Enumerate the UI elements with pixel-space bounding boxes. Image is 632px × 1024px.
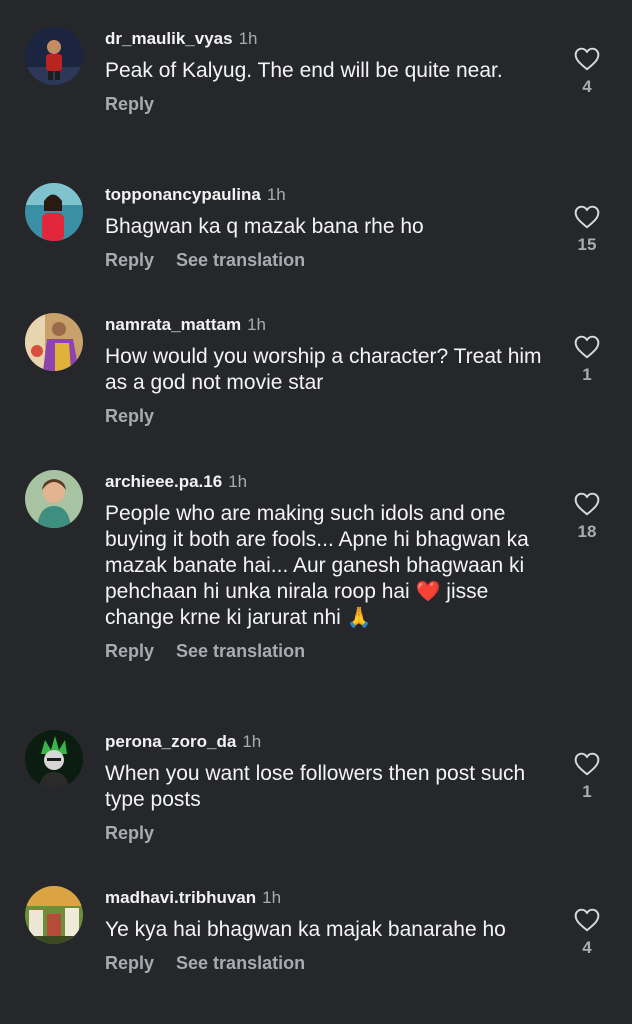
heart-outline-icon[interactable] <box>574 908 600 932</box>
like-count: 1 <box>582 365 592 384</box>
reply-button[interactable]: Reply <box>105 250 154 270</box>
comment-username[interactable]: perona_zoro_da <box>105 732 236 751</box>
comment-actions: Reply See translation <box>105 951 545 975</box>
reply-button[interactable]: Reply <box>105 823 154 843</box>
heart-outline-icon[interactable] <box>574 335 600 359</box>
like-button[interactable]: 1 <box>568 335 606 385</box>
comment-text: Bhagwan ka q mazak bana rhe ho <box>105 215 424 238</box>
see-translation-button[interactable]: See translation <box>176 250 305 270</box>
avatar[interactable] <box>25 183 83 241</box>
like-count: 4 <box>582 938 592 957</box>
heart-outline-icon[interactable] <box>574 492 600 516</box>
avatar[interactable] <box>25 886 83 944</box>
comment-text: How would you worship a character? Treat… <box>105 345 542 394</box>
comment-body: archieee.pa.16 1h People who are making s… <box>105 470 545 663</box>
comment-username[interactable]: madhavi.tribhuvan <box>105 888 256 907</box>
heart-outline-icon[interactable] <box>574 47 600 71</box>
avatar[interactable] <box>25 27 83 85</box>
avatar[interactable] <box>25 313 83 371</box>
comment-time: 1h <box>262 888 282 907</box>
comment-time: 1h <box>228 472 248 491</box>
comment-actions: Reply See translation <box>105 639 545 663</box>
reply-button[interactable]: Reply <box>105 406 154 426</box>
avatar[interactable] <box>25 730 83 788</box>
comment-meta: topponancypaulina 1h <box>105 183 545 207</box>
like-button[interactable]: 4 <box>568 47 606 97</box>
heart-outline-icon[interactable] <box>574 205 600 229</box>
reply-button[interactable]: Reply <box>105 94 154 114</box>
comment-meta: namrata_mattam 1h <box>105 313 545 337</box>
comment-body: madhavi.tribhuvan 1h Ye kya hai bhagwan k… <box>105 886 545 975</box>
comment-username[interactable]: namrata_mattam <box>105 315 241 334</box>
avatar[interactable] <box>25 470 83 528</box>
comment-time: 1h <box>238 29 258 48</box>
comment-body: topponancypaulina 1h Bhagwan ka q mazak b… <box>105 183 545 272</box>
comment-username[interactable]: dr_maulik_vyas <box>105 29 233 48</box>
comment-body: dr_maulik_vyas 1h Peak of Kalyug. The end… <box>105 27 545 116</box>
comment-text: When you want lose followers then post s… <box>105 762 526 811</box>
comment-meta: perona_zoro_da 1h <box>105 730 545 754</box>
heart-outline-icon[interactable] <box>574 752 600 776</box>
comment-meta: dr_maulik_vyas 1h <box>105 27 545 51</box>
comment-meta: archieee.pa.16 1h <box>105 470 545 494</box>
comment-username[interactable]: topponancypaulina <box>105 185 261 204</box>
like-count: 18 <box>577 522 597 541</box>
reply-button[interactable]: Reply <box>105 953 154 973</box>
like-button[interactable]: 18 <box>568 492 606 542</box>
comment-actions: Reply See translation <box>105 248 545 272</box>
like-button[interactable]: 15 <box>568 205 606 255</box>
comment-text: Peak of Kalyug. The end will be quite ne… <box>105 59 503 82</box>
comment-time: 1h <box>247 315 266 334</box>
see-translation-button[interactable]: See translation <box>176 641 305 661</box>
see-translation-button[interactable]: See translation <box>176 953 305 973</box>
comment-time: 1h <box>242 732 262 751</box>
heart-emoji: ❤️ <box>415 581 441 603</box>
comment-text: Ye kya hai bhagwan ka majak banarahe ho <box>105 918 506 941</box>
comment-body: namrata_mattam 1h How would you worship a… <box>105 313 545 428</box>
comment-text: People who are making such idols and one… <box>105 501 545 631</box>
like-count: 1 <box>582 782 592 801</box>
like-count: 15 <box>577 235 597 254</box>
comment-actions: Reply <box>105 821 545 845</box>
comment-username[interactable]: archieee.pa.16 <box>105 472 222 491</box>
comment-body: perona_zoro_da 1h When you want lose foll… <box>105 730 545 845</box>
folded-hands-emoji: 🙏 <box>346 607 372 629</box>
comment-actions: Reply <box>105 404 545 428</box>
comment-actions: Reply <box>105 92 545 116</box>
comment-meta: madhavi.tribhuvan 1h <box>105 886 545 910</box>
like-button[interactable]: 4 <box>568 908 606 958</box>
like-count: 4 <box>582 77 592 96</box>
like-button[interactable]: 1 <box>568 752 606 802</box>
comment-time: 1h <box>266 185 286 204</box>
reply-button[interactable]: Reply <box>105 641 154 661</box>
